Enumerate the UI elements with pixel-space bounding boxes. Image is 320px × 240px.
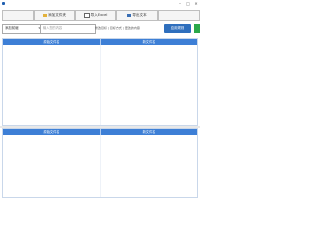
add-folder-button[interactable]: 添加文件夹 <box>34 10 75 21</box>
column-gridline <box>100 135 101 197</box>
export-text-button[interactable]: 导出文本 <box>116 10 158 21</box>
app-icon <box>2 2 5 5</box>
rule-bar: 添加前缀 ▾ 输入您的内容 修改目标 | 目标方式 | 更改的内容 应用规则 <box>0 23 200 35</box>
toolbar-button-label: 导入Excel <box>90 13 108 17</box>
toolbar-button-label: 导出文本 <box>132 13 147 17</box>
toolbar: 添加文件夹 导入Excel 导出文本 <box>0 9 200 21</box>
content-input[interactable]: 输入您的内容 <box>40 24 96 34</box>
toolbar-button-label: 添加文件夹 <box>48 13 66 17</box>
preview-grid[interactable]: 原始文件名 新文件名 <box>2 128 198 198</box>
preview-body[interactable] <box>3 135 197 197</box>
file-list-body[interactable] <box>3 45 197 125</box>
content-input-placeholder: 输入您的内容 <box>43 26 63 30</box>
minimize-icon[interactable]: – <box>176 0 184 7</box>
column-gridline <box>100 45 101 125</box>
toolbar-button-5[interactable] <box>158 10 200 21</box>
title-bar: – □ ✕ <box>0 0 200 7</box>
mode-select[interactable]: 添加前缀 ▾ <box>2 24 42 34</box>
excel-icon <box>83 13 90 18</box>
import-excel-button[interactable]: 导入Excel <box>75 10 116 21</box>
apply-rule-button[interactable]: 应用规则 <box>164 24 191 33</box>
go-button[interactable] <box>194 24 200 33</box>
close-icon[interactable]: ✕ <box>192 0 200 7</box>
save-icon <box>127 14 132 17</box>
mode-select-value: 添加前缀 <box>5 26 19 30</box>
apply-rule-label: 应用规则 <box>170 26 185 30</box>
toolbar-button-1[interactable] <box>2 10 34 21</box>
maximize-icon[interactable]: □ <box>184 0 192 7</box>
file-list-grid[interactable]: 原始文件名 新文件名 <box>2 38 198 126</box>
rule-hint: 修改目标 | 目标方式 | 更改的内容 <box>95 26 140 30</box>
folder-icon <box>43 14 48 17</box>
